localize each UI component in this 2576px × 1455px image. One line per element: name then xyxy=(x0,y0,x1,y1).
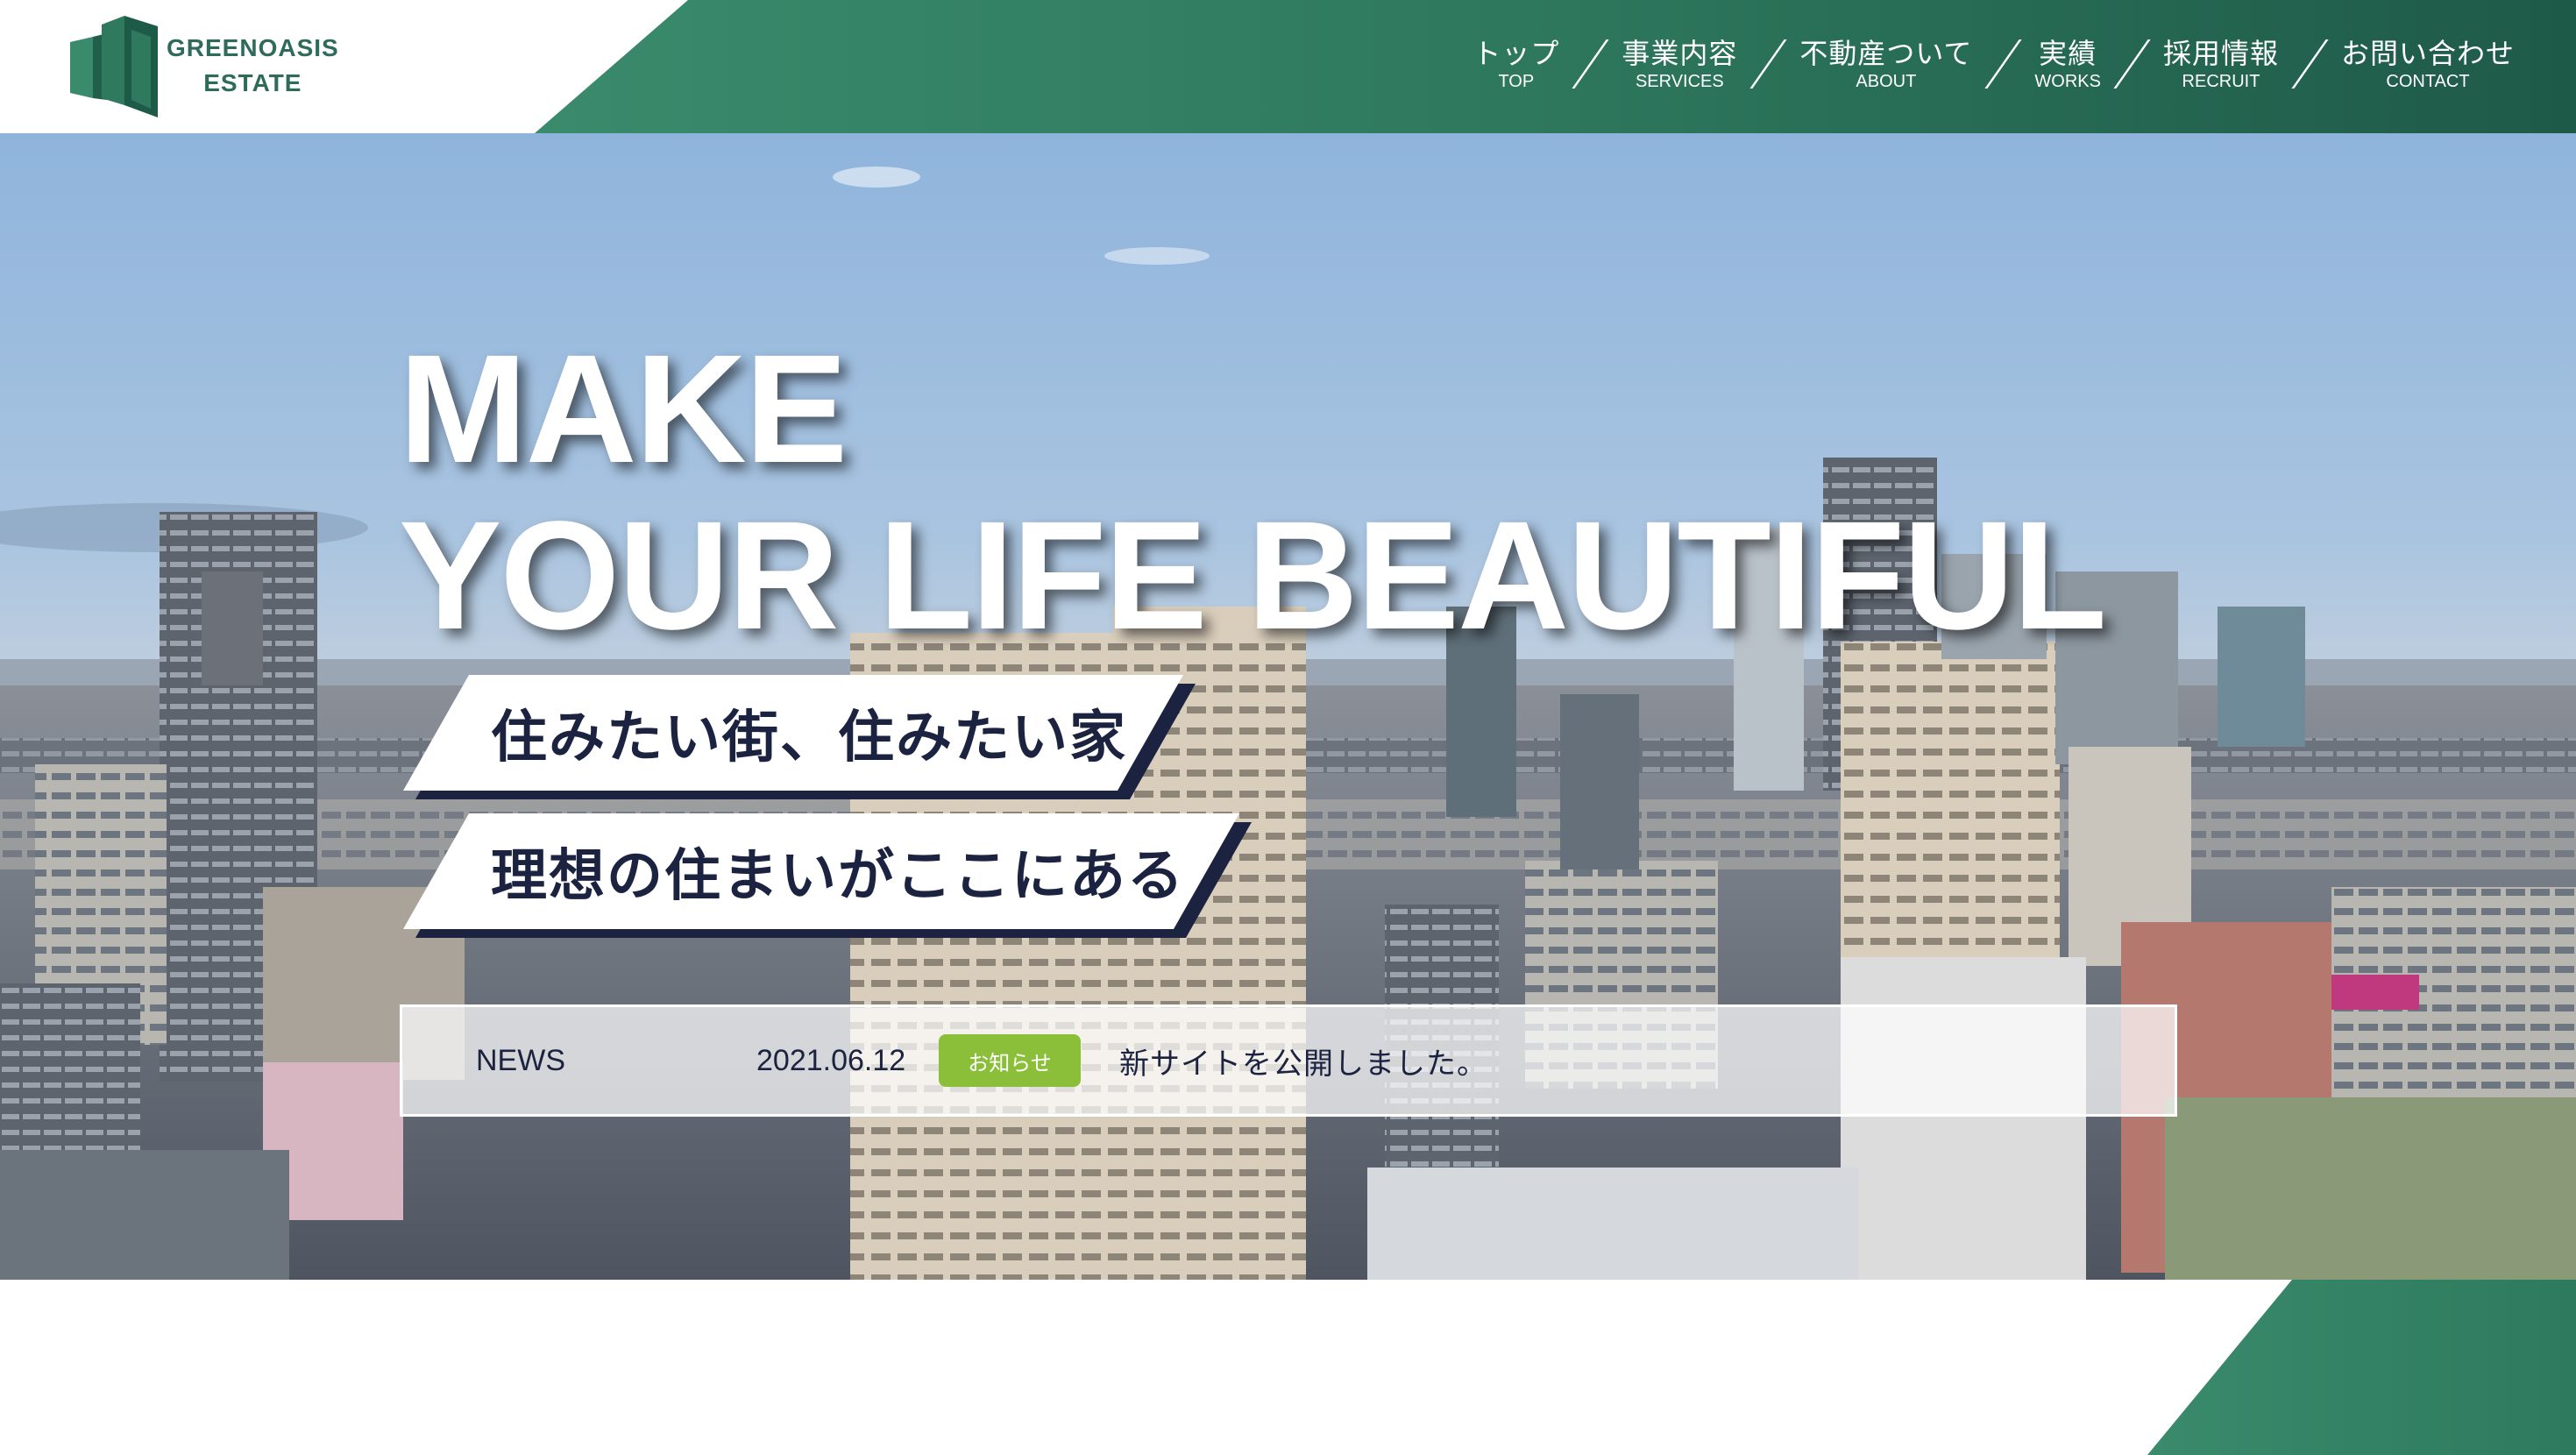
nav-item-works-en: WORKS xyxy=(2034,72,2101,91)
nav-item-services[interactable]: 事業内容 SERVICES xyxy=(1622,37,1737,91)
site-header: GREENOASIS ESTATE トップ TOP 事業内容 SERVICES … xyxy=(0,0,2576,133)
nav-item-recruit-jp: 採用情報 xyxy=(2162,38,2279,69)
nav-item-about-jp: 不動産ついて xyxy=(1799,38,1973,69)
brand-line1: GREENOASIS xyxy=(167,33,339,61)
nav-item-top-jp: トップ xyxy=(1473,38,1560,69)
nav-item-contact[interactable]: お問い合わせ CONTACT xyxy=(2341,37,2515,91)
nav-item-about[interactable]: 不動産ついて ABOUT xyxy=(1799,37,1972,91)
brand-line2: ESTATE xyxy=(203,68,302,96)
bottom-green-accent xyxy=(2147,1280,2576,1455)
news-headline-link[interactable]: 新サイトを公開しました。 xyxy=(1119,1040,1487,1082)
nav-item-recruit-en: RECRUIT xyxy=(2182,72,2260,91)
nav-item-recruit[interactable]: 採用情報 RECRUIT xyxy=(2163,37,2279,91)
nav-item-works-jp: 実績 xyxy=(2039,38,2097,69)
tagline-1-text: 住みたい街、住みたい家 xyxy=(491,706,1127,769)
hero-headline-line2: YOUR LIFE BEAUTIFUL xyxy=(399,490,2107,662)
hero-headline: MAKE YOUR LIFE BEAUTIFUL xyxy=(399,323,2107,662)
building-logo-icon xyxy=(70,15,158,117)
nav-item-services-jp: 事業内容 xyxy=(1622,38,1738,69)
news-bar[interactable]: NEWS 2021.06.12 お知らせ 新サイトを公開しました。 xyxy=(400,1004,2177,1117)
hero-tagline-1: 住みたい街、住みたい家 xyxy=(403,675,1192,791)
nav-item-top[interactable]: トップ TOP xyxy=(1473,37,1559,91)
news-date: 2021.06.12 xyxy=(756,1043,906,1077)
below-hero-area xyxy=(0,1280,2576,1455)
nav-item-contact-en: CONTACT xyxy=(2386,72,2470,91)
nav-item-about-en: ABOUT xyxy=(1856,72,1917,91)
nav-item-top-en: TOP xyxy=(1498,72,1535,91)
nav-item-contact-jp: お問い合わせ xyxy=(2340,38,2515,69)
nav-separator xyxy=(2113,39,2151,89)
main-nav: トップ TOP 事業内容 SERVICES 不動産ついて ABOUT 実績 WO… xyxy=(1473,33,2515,95)
nav-item-services-en: SERVICES xyxy=(1635,72,1724,91)
news-label: NEWS xyxy=(476,1043,565,1077)
brand-name: GREENOASIS ESTATE xyxy=(167,31,339,101)
nav-separator xyxy=(1572,39,1609,89)
hero-headline-line1: MAKE xyxy=(399,323,848,495)
page: GREENOASIS ESTATE トップ TOP 事業内容 SERVICES … xyxy=(0,0,2576,1455)
site-logo[interactable]: GREENOASIS ESTATE xyxy=(70,11,351,120)
hero-tagline-2: 理想の住まいがここにある xyxy=(403,813,1245,929)
nav-item-works[interactable]: 実績 WORKS xyxy=(2034,37,2101,91)
nav-separator xyxy=(1984,39,2023,89)
nav-separator xyxy=(2291,39,2329,89)
tagline-2-text: 理想の住まいがここにある xyxy=(491,844,1185,907)
nav-separator xyxy=(1749,39,1787,89)
news-category-badge: お知らせ xyxy=(939,1034,1081,1087)
